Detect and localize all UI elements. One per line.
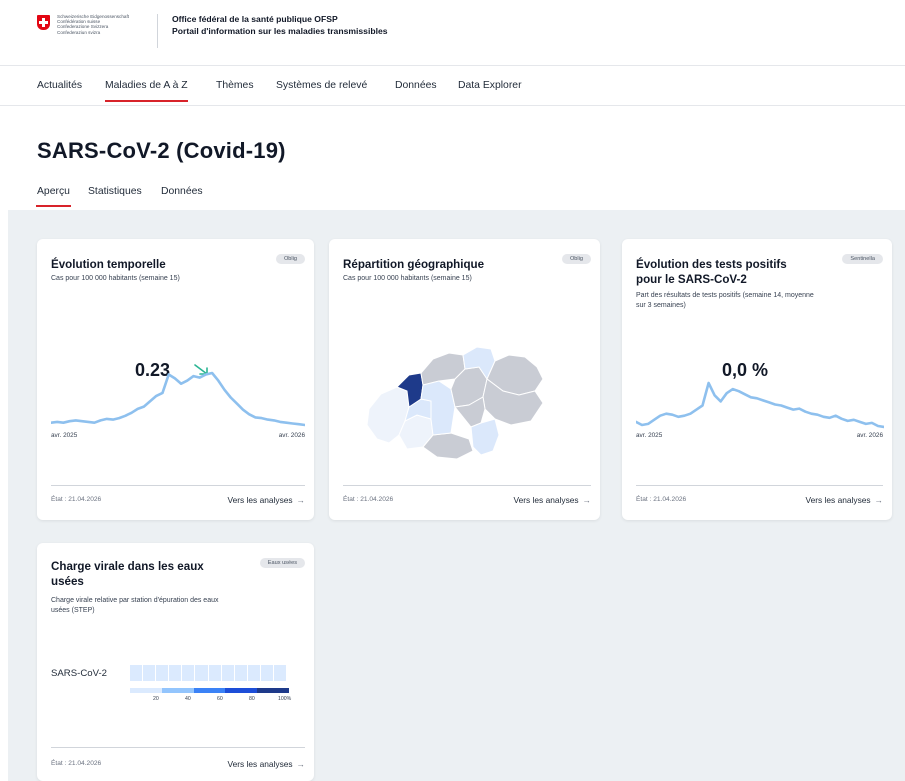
main-nav: Actualités Maladies de A à Z Thèmes Syst… xyxy=(0,66,905,106)
heatmap-cell xyxy=(169,665,182,681)
heatmap-cell xyxy=(130,665,143,681)
state-date: État : 21.04.2026 xyxy=(343,496,394,503)
view-analyses-link[interactable]: Vers les analyses → xyxy=(513,495,591,505)
card-title: Charge virale dans les eaux usées xyxy=(51,560,204,588)
legend-segment xyxy=(225,688,258,693)
badge-eaux-usees: Eaux usées xyxy=(259,558,305,568)
swiss-flag-icon xyxy=(37,15,50,30)
heatmap-cell xyxy=(156,665,169,681)
arrow-right-icon: → xyxy=(296,495,305,505)
x-label-start: avr. 2025 xyxy=(636,432,663,439)
card-geographic-distribution[interactable]: Répartition géographique Cas pour 100 00… xyxy=(329,239,600,520)
heatmap-cell xyxy=(247,665,260,681)
heatmap-cell xyxy=(260,665,274,681)
nav-item-maladies[interactable]: Maladies de A à Z xyxy=(105,80,188,102)
line-chart-cases xyxy=(51,371,305,427)
card-subtitle: Part des résultats de tests positifs (se… xyxy=(636,292,814,309)
heatmap-row xyxy=(130,665,287,681)
line-chart-positivity xyxy=(636,381,884,429)
heatmap-cell xyxy=(182,665,195,681)
card-subtitle: Cas pour 100 000 habitants (semaine 15) xyxy=(51,275,180,282)
arrow-right-icon: → xyxy=(874,495,883,505)
legend-segment xyxy=(130,688,162,693)
color-legend xyxy=(130,688,289,693)
legend-label: 100% xyxy=(278,696,292,702)
card-positive-tests[interactable]: Évolution des tests positifs pour le SAR… xyxy=(622,239,892,520)
card-subtitle: Cas pour 100 000 habitants (semaine 15) xyxy=(343,275,472,282)
arrow-right-icon: → xyxy=(582,495,591,505)
heatmap-cell xyxy=(234,665,247,681)
nav-item-actualites[interactable]: Actualités xyxy=(37,80,82,91)
switzerland-map[interactable] xyxy=(359,339,559,459)
legend-label: 80 xyxy=(249,696,255,702)
header-divider xyxy=(157,14,158,48)
legend-segment xyxy=(161,688,194,693)
state-date: État : 21.04.2026 xyxy=(636,496,687,503)
state-date: État : 21.04.2026 xyxy=(51,496,102,503)
card-subtitle: Charge virale relative par station d'épu… xyxy=(51,597,219,614)
legend-segment xyxy=(193,688,226,693)
heatmap-cell xyxy=(208,665,221,681)
badge-sentinella: Sentinella xyxy=(842,254,883,264)
card-title: Évolution des tests positifs pour le SAR… xyxy=(636,258,787,286)
nav-item-systemes[interactable]: Systèmes de relevé xyxy=(276,80,367,91)
site-header: Schweizerische Eidgenossenschaft Confédé… xyxy=(0,0,905,66)
arrow-right-icon: → xyxy=(296,759,305,769)
page-title: SARS-CoV-2 (Covid-19) xyxy=(37,138,286,163)
heatmap-cell xyxy=(195,665,208,681)
state-date: État : 21.04.2026 xyxy=(51,760,102,767)
tab-statistiques[interactable]: Statistiques xyxy=(88,186,142,197)
x-label-end: avr. 2026 xyxy=(856,432,883,439)
big-value: 0,0 % xyxy=(722,360,769,380)
row-label: SARS-CoV-2 xyxy=(51,668,107,679)
card-divider xyxy=(636,485,883,486)
series-line xyxy=(51,371,305,427)
organization-name: Office fédéral de la santé publique OFSP… xyxy=(172,14,388,36)
legend-label: 60 xyxy=(217,696,223,702)
heatmap-cell xyxy=(143,665,156,681)
legend-segment xyxy=(257,688,289,693)
card-time-evolution[interactable]: Évolution temporelle Cas pour 100 000 ha… xyxy=(37,239,314,520)
nav-item-data-explorer[interactable]: Data Explorer xyxy=(458,80,522,91)
dashboard-area: Évolution temporelle Cas pour 100 000 ha… xyxy=(8,210,905,781)
federal-logo[interactable]: Schweizerische Eidgenossenschaft Confédé… xyxy=(37,14,162,35)
card-divider xyxy=(51,747,305,748)
card-divider xyxy=(51,485,305,486)
series-line xyxy=(636,381,884,429)
badge-oblig: Oblig xyxy=(561,254,591,264)
x-label-start: avr. 2025 xyxy=(51,432,78,439)
x-label-end: avr. 2026 xyxy=(278,432,305,439)
card-wastewater[interactable]: Charge virale dans les eaux usées Charge… xyxy=(37,543,314,781)
tab-donnees[interactable]: Données xyxy=(161,186,203,197)
card-title: Évolution temporelle xyxy=(51,258,166,271)
view-analyses-link[interactable]: Vers les analyses → xyxy=(805,495,883,505)
nav-item-themes[interactable]: Thèmes xyxy=(216,80,254,91)
nav-item-donnees[interactable]: Données xyxy=(395,80,437,91)
card-divider xyxy=(343,485,591,486)
legend-label: 40 xyxy=(185,696,191,702)
view-analyses-link[interactable]: Vers les analyses → xyxy=(227,495,305,505)
confederation-text: Schweizerische Eidgenossenschaft Confédé… xyxy=(57,14,130,35)
tab-apercu[interactable]: Aperçu xyxy=(36,186,71,207)
legend-label: 20 xyxy=(153,696,159,702)
heatmap-cell xyxy=(274,665,287,681)
heatmap-cell xyxy=(221,665,234,681)
view-analyses-link[interactable]: Vers les analyses → xyxy=(227,759,305,769)
badge-oblig: Oblig xyxy=(275,254,305,264)
card-title: Répartition géographique xyxy=(343,258,485,271)
